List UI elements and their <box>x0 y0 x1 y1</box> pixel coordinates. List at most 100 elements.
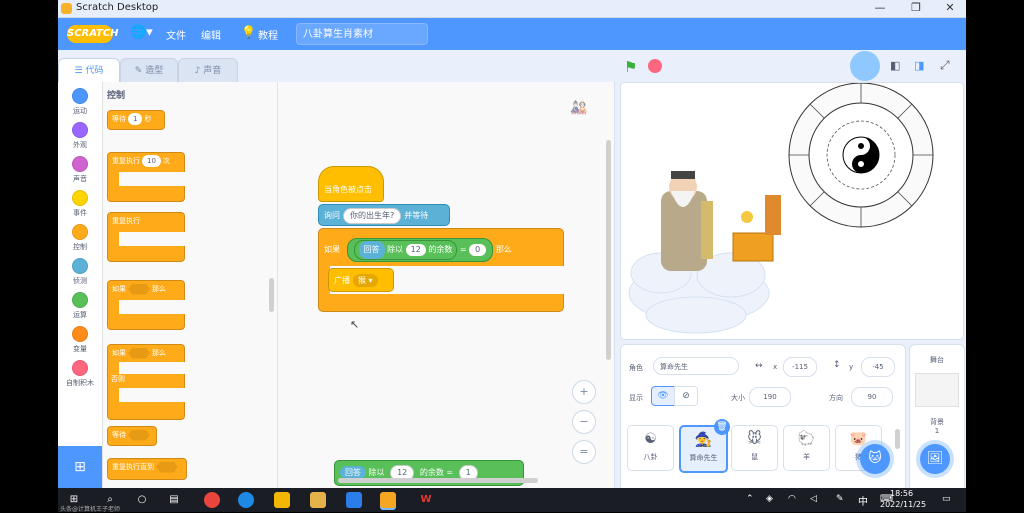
cortana-icon[interactable]: ○ <box>134 492 150 508</box>
code-workspace: 运动 外观 声音 事件 控制 侦测 运算 变量 自制积木 ⊞ 控制 等待 1 秒 重… <box>58 82 615 488</box>
fullscreen-icon[interactable]: ⤢ <box>940 58 950 73</box>
project-title-input[interactable]: 八卦算生肖素材 <box>296 23 428 45</box>
block-input[interactable]: 10 <box>142 155 161 167</box>
palette-scrollbar[interactable] <box>269 278 274 312</box>
category-control[interactable]: 控制 <box>58 224 102 252</box>
x-input[interactable]: -115 <box>783 357 817 377</box>
tray-chevron-icon[interactable]: ⌃ <box>746 494 754 504</box>
boolean-slot[interactable] <box>128 283 150 295</box>
sprite-list-scrollbar[interactable] <box>895 429 900 449</box>
direction-input[interactable]: 90 <box>851 387 893 407</box>
tab-costumes[interactable]: ✎ 造型 <box>120 58 178 82</box>
volume-icon[interactable]: ◁ <box>810 494 817 504</box>
notification-icon[interactable]: ▭ <box>942 494 951 504</box>
green-flag-icon[interactable]: ⚑ <box>624 58 637 76</box>
mod-operator[interactable]: 回答 除以 12 的余数 <box>353 240 458 260</box>
sprite-thumb-sheep[interactable]: 🐑 羊 <box>783 425 830 471</box>
scratch-taskbar-icon[interactable] <box>380 492 396 508</box>
stage-label: 舞台 <box>930 356 944 364</box>
boolean-slot[interactable] <box>128 347 150 359</box>
block-text: 的余数 <box>419 468 444 477</box>
clock-date[interactable]: 2022/11/25 <box>880 500 926 509</box>
menu-file[interactable]: 文件 <box>166 27 186 42</box>
add-backdrop-icon[interactable]: 🖼 <box>920 444 950 474</box>
app-yellow-icon[interactable] <box>274 492 290 508</box>
backdrop-thumbnail <box>915 373 959 407</box>
sprite-thumb-rat[interactable]: 🐭 鼠 <box>731 425 778 471</box>
block-ask-and-wait[interactable]: 询问 你的出生年? 并等待 <box>318 204 450 226</box>
size-input[interactable]: 190 <box>749 387 791 407</box>
block-text: 次 <box>162 157 170 165</box>
block-text: 秒 <box>144 115 152 123</box>
category-sensing[interactable]: 侦测 <box>58 258 102 286</box>
block-wait[interactable]: 等待 1 秒 <box>107 110 165 130</box>
script-scrollbar-vertical[interactable] <box>606 140 611 360</box>
ask-question-input[interactable]: 你的出生年? <box>343 208 402 224</box>
close-button[interactable]: ✕ <box>940 1 960 14</box>
menu-edit[interactable]: 编辑 <box>201 27 221 42</box>
ime-indicator[interactable]: 中 <box>858 493 868 508</box>
block-broadcast[interactable]: 广播猴 ▾ <box>328 268 394 292</box>
category-menu: 运动 外观 声音 事件 控制 侦测 运算 变量 自制积木 ⊞ <box>58 82 103 488</box>
stage-canvas[interactable] <box>620 82 964 340</box>
add-extension-button[interactable]: ⊞ <box>58 446 102 488</box>
tab-sounds[interactable]: ♪ 声音 <box>178 58 238 82</box>
block-text: 等待 <box>112 431 126 439</box>
delete-sprite-trash-icon[interactable]: 🗑 <box>714 419 730 435</box>
c-slot <box>119 300 187 314</box>
title-bar: Scratch Desktop — ❐ ✕ <box>58 0 966 18</box>
answer-reporter[interactable]: 回答 <box>358 241 385 259</box>
stop-icon[interactable] <box>648 59 662 73</box>
cursor-highlight <box>850 51 880 81</box>
zoom-in-button[interactable]: + <box>572 380 596 404</box>
normal-stage-icon[interactable]: ◨ <box>914 59 924 72</box>
block-wait-until[interactable]: 等待 <box>107 426 157 446</box>
category-operators[interactable]: 运算 <box>58 292 102 320</box>
maximize-button[interactable]: ❐ <box>906 1 926 14</box>
app-blue-icon[interactable] <box>346 492 362 508</box>
equals-operator[interactable]: 回答 除以 12 的余数 = 0 <box>346 238 494 262</box>
eq-value-input[interactable]: 0 <box>469 244 487 256</box>
edge-icon[interactable] <box>238 492 254 508</box>
small-stage-icon[interactable]: ◧ <box>890 59 900 72</box>
block-when-sprite-clicked[interactable]: 当角色被点击 <box>318 166 384 202</box>
mod-value-input[interactable]: 12 <box>405 244 426 256</box>
zoom-out-button[interactable]: − <box>572 410 596 434</box>
minimize-button[interactable]: — <box>870 1 890 14</box>
menu-tutorials[interactable]: 教程 <box>258 27 278 42</box>
y-input[interactable]: -45 <box>861 357 895 377</box>
category-motion[interactable]: 运动 <box>58 88 102 116</box>
category-events[interactable]: 事件 <box>58 190 102 218</box>
palette-section-title: 控制 <box>107 91 126 101</box>
script-scrollbar-horizontal[interactable] <box>338 478 538 483</box>
block-input[interactable]: 1 <box>128 113 143 125</box>
add-sprite-cat-icon[interactable]: 🐱 <box>860 444 890 474</box>
task-view-icon[interactable]: ▤ <box>166 492 182 508</box>
stage-svg <box>628 83 934 334</box>
show-visible-eye-icon[interactable]: 👁 <box>651 386 675 406</box>
clock-time[interactable]: 18:56 <box>890 489 913 498</box>
boolean-slot[interactable] <box>156 461 178 473</box>
category-my-blocks[interactable]: 自制积木 <box>58 360 102 388</box>
category-looks[interactable]: 外观 <box>58 122 102 150</box>
wps-icon[interactable]: W <box>418 492 434 508</box>
category-variables[interactable]: 变量 <box>58 326 102 354</box>
scratch-logo[interactable]: SCRATCH <box>67 25 119 43</box>
broadcast-dropdown[interactable]: 猴 ▾ <box>353 274 378 287</box>
boolean-slot[interactable] <box>128 429 150 441</box>
file-explorer-icon[interactable] <box>310 492 326 508</box>
sprite-watermark-icon: 🎎 <box>570 100 588 116</box>
show-hidden-eye-icon[interactable]: ⊘ <box>674 386 698 406</box>
sprite-name-input[interactable]: 算命先生 <box>653 357 739 375</box>
wifi-icon[interactable]: ◠ <box>788 494 796 504</box>
zoom-reset-button[interactable]: = <box>572 440 596 464</box>
language-globe-icon[interactable]: 🌐▾ <box>130 25 153 40</box>
sprite-thumb-bagua[interactable]: ☯ 八卦 <box>627 425 674 471</box>
chrome-icon[interactable] <box>204 492 220 508</box>
block-text: 除以 <box>368 468 385 477</box>
pen-icon[interactable]: ✎ <box>836 494 844 504</box>
category-sound[interactable]: 声音 <box>58 156 102 184</box>
block-repeat-until[interactable]: 重复执行直到 <box>107 458 187 480</box>
tray-app-icon[interactable]: ◈ <box>766 494 773 504</box>
tab-code[interactable]: ☰ 代码 <box>58 58 120 82</box>
